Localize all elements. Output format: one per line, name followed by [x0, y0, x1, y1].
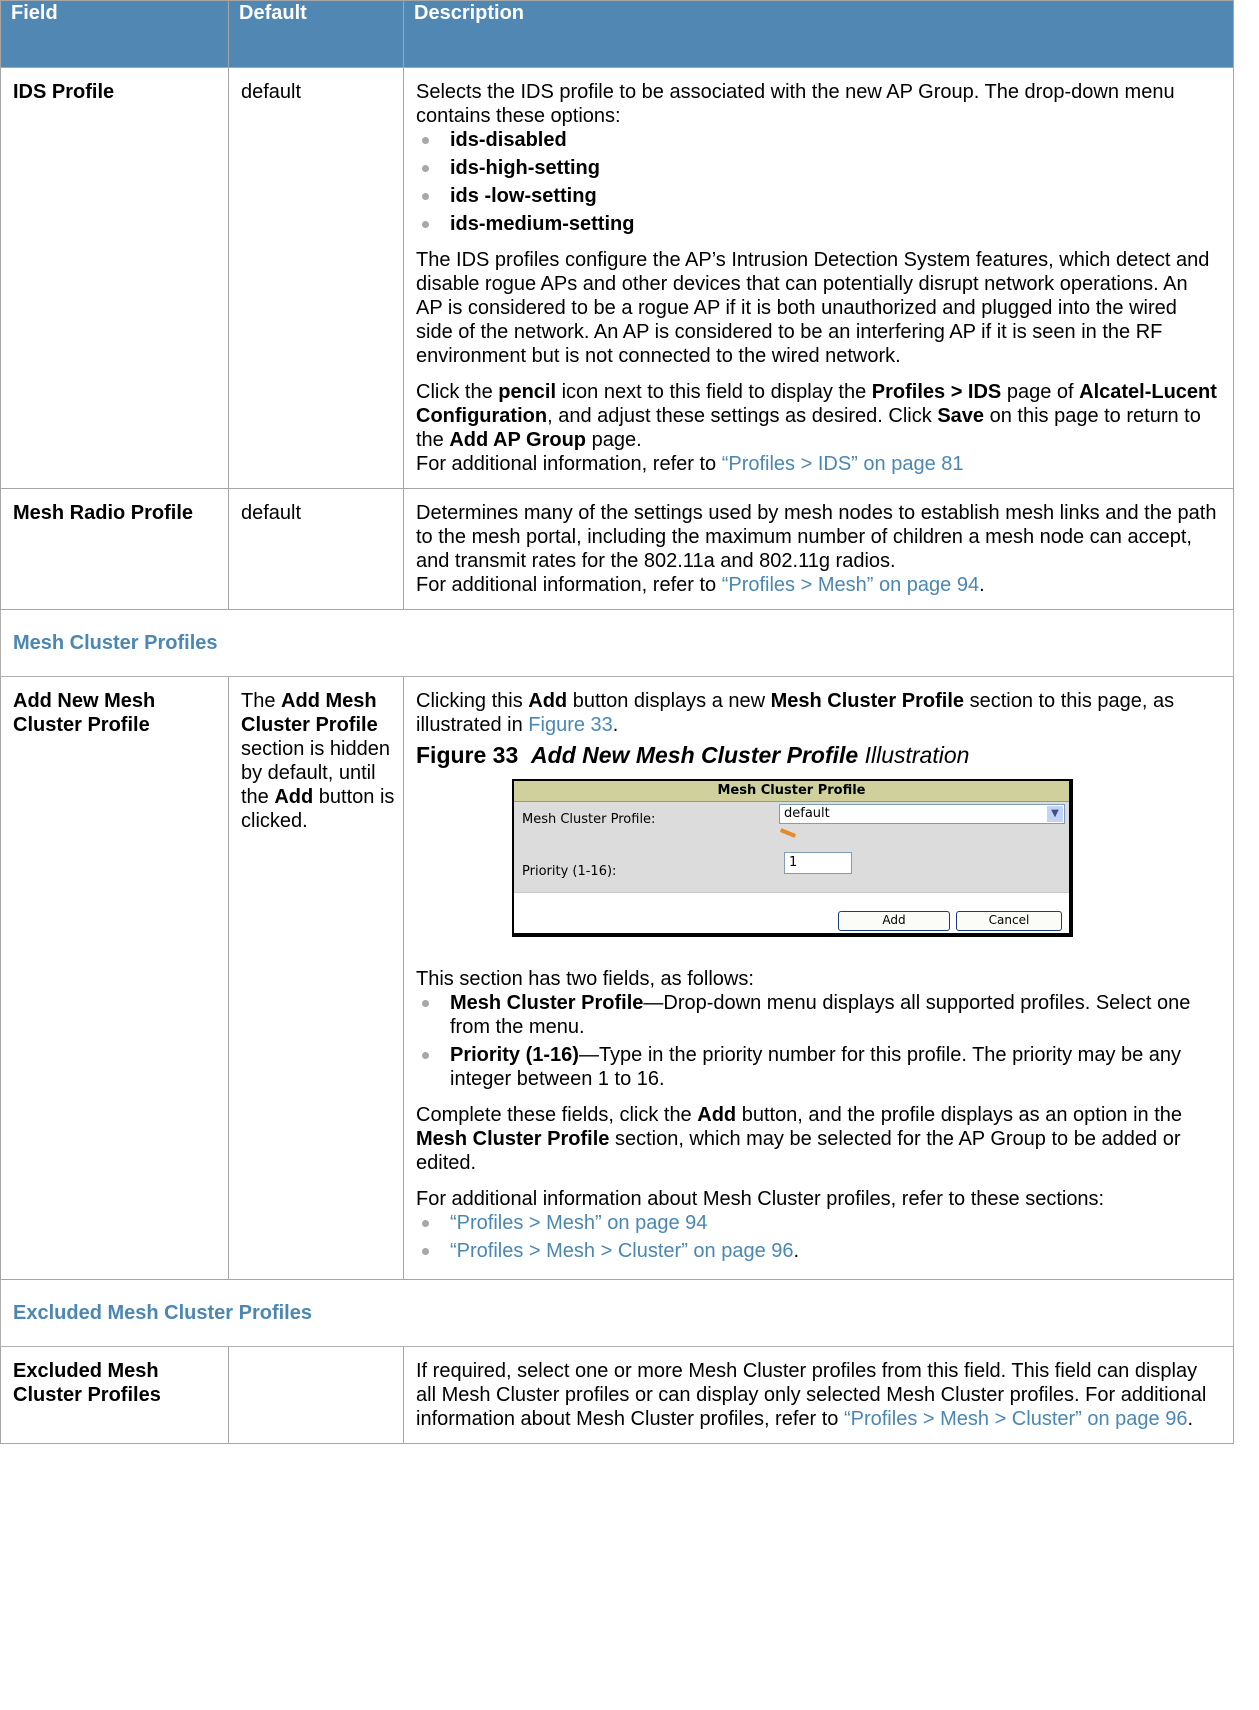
table-row: Excluded Mesh Cluster Profiles If requir… — [0, 1346, 1234, 1444]
excluded-link[interactable]: “Profiles > Mesh > Cluster” on page 96 — [844, 1408, 1188, 1430]
header-field: Field — [0, 0, 229, 68]
reference-links: “Profiles > Mesh” on page 94 “Profiles >… — [416, 1211, 1217, 1263]
table-row: Add New Mesh Cluster Profile The Add Mes… — [0, 676, 1234, 1280]
figure-caption: Figure 33 Add New Mesh Cluster Profile I… — [416, 742, 970, 768]
pencil-icon[interactable] — [779, 827, 797, 839]
table-row: Mesh Radio Profile default Determines ma… — [0, 488, 1234, 610]
mock-profile-label: Mesh Cluster Profile: — [522, 812, 656, 827]
section-row: Excluded Mesh Cluster Profiles — [0, 1279, 1234, 1347]
excluded-description: If required, select one or more Mesh Clu… — [403, 1346, 1234, 1444]
list-item: ids-disabled — [416, 128, 1217, 152]
table-header-row: Field Default Description — [0, 0, 1234, 68]
mesh-link[interactable]: “Profiles > Mesh” on page 94 — [450, 1212, 707, 1234]
ids-instructions: Click the pencil icon next to this field… — [416, 381, 1217, 451]
field-reference-table: Field Default Description IDS Profile de… — [0, 0, 1234, 1444]
complete-instructions: Complete these fields, click the Add but… — [416, 1104, 1182, 1174]
fields-intro: This section has two fields, as follows: — [416, 968, 754, 990]
header-description: Description — [403, 0, 1234, 68]
list-item: ids-medium-setting — [416, 212, 1217, 236]
mesh-radio-description: Determines many of the settings used by … — [403, 488, 1234, 610]
add-cluster-field-name: Add New Mesh Cluster Profile — [0, 676, 229, 1280]
fields-list: Mesh Cluster Profile—Drop-down menu disp… — [416, 991, 1217, 1091]
list-item: ids-high-setting — [416, 156, 1217, 180]
ids-field-name: IDS Profile — [0, 67, 229, 489]
list-item: “Profiles > Mesh” on page 94 — [416, 1211, 1217, 1235]
mesh-cluster-profile-screenshot: Mesh Cluster Profile Mesh Cluster Profil… — [512, 779, 1073, 937]
add-cluster-description: Clicking this Add button displays a new … — [403, 676, 1234, 1280]
ids-description: Selects the IDS profile to be associated… — [403, 67, 1234, 489]
mock-add-button[interactable]: Add — [838, 911, 950, 931]
section-title-mesh-cluster: Mesh Cluster Profiles — [0, 609, 1234, 677]
add-cluster-default: The Add Mesh Cluster Profile section is … — [228, 676, 404, 1280]
ids-explanation: The IDS profiles configure the AP’s Intr… — [416, 249, 1210, 367]
mesh-cluster-link[interactable]: “Profiles > Mesh > Cluster” on page 96 — [450, 1240, 794, 1262]
list-item: Priority (1-16)—Type in the priority num… — [416, 1043, 1217, 1091]
list-item: Mesh Cluster Profile—Drop-down menu disp… — [416, 991, 1217, 1039]
mock-priority-input[interactable]: 1 — [784, 852, 852, 874]
chevron-down-icon[interactable]: ▼ — [1047, 806, 1063, 822]
excluded-field-name: Excluded Mesh Cluster Profiles — [0, 1346, 229, 1444]
more-info: For additional information about Mesh Cl… — [416, 1188, 1105, 1210]
mock-profile-select[interactable]: default ▼ — [779, 804, 1065, 824]
mock-title: Mesh Cluster Profile — [514, 781, 1069, 802]
mesh-radio-default: default — [228, 488, 404, 610]
list-item: ids -low-setting — [416, 184, 1217, 208]
add-cluster-intro: Clicking this Add button displays a new … — [416, 690, 1175, 736]
ids-link[interactable]: “Profiles > IDS” on page 81 — [722, 453, 964, 475]
mesh-radio-desc: Determines many of the settings used by … — [416, 502, 1217, 572]
table-row: IDS Profile default Selects the IDS prof… — [0, 67, 1234, 489]
ids-default: default — [228, 67, 404, 489]
mesh-radio-field-name: Mesh Radio Profile — [0, 488, 229, 610]
section-row: Mesh Cluster Profiles — [0, 609, 1234, 677]
mock-cancel-button[interactable]: Cancel — [956, 911, 1062, 931]
ids-reference: For additional information, refer to “Pr… — [416, 453, 964, 475]
header-default: Default — [228, 0, 404, 68]
figure-link[interactable]: Figure 33 — [528, 714, 613, 736]
ids-options-list: ids-disabled ids-high-setting ids -low-s… — [416, 128, 1217, 236]
mock-priority-label: Priority (1-16): — [522, 864, 617, 879]
ids-intro: Selects the IDS profile to be associated… — [416, 81, 1175, 127]
section-title-excluded: Excluded Mesh Cluster Profiles — [0, 1279, 1234, 1347]
excluded-default — [228, 1346, 404, 1444]
mesh-radio-reference: For additional information, refer to “Pr… — [416, 574, 985, 596]
list-item: “Profiles > Mesh > Cluster” on page 96. — [416, 1239, 1217, 1263]
mesh-radio-link[interactable]: “Profiles > Mesh” on page 94 — [722, 574, 979, 596]
